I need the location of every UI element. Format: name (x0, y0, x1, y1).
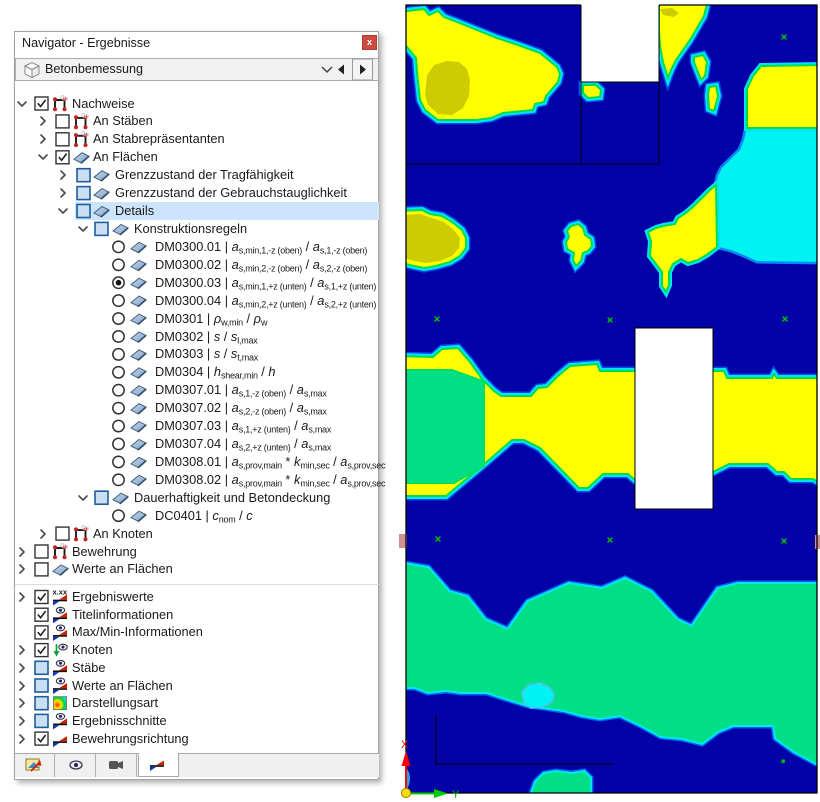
svg-text:x.xx: x.xx (53, 588, 68, 597)
